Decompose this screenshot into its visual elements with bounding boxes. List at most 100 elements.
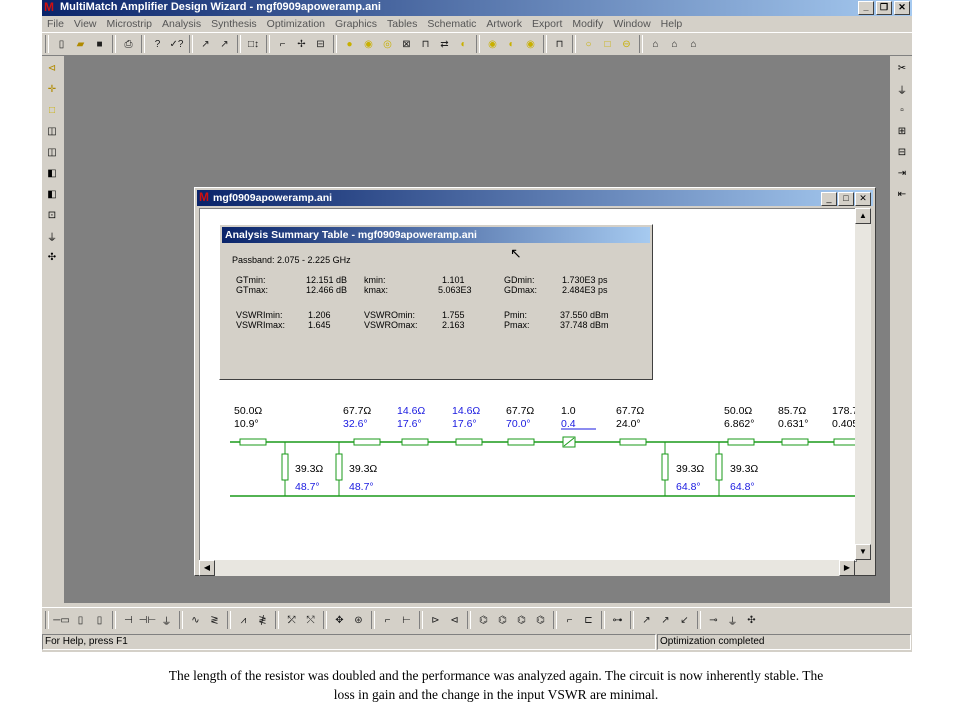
yellow-circle-4-icon[interactable]: ◉ xyxy=(485,36,501,52)
scroll-left-icon[interactable]: ◀ xyxy=(199,560,215,576)
bend-icon[interactable]: ⌐ xyxy=(380,612,396,628)
menu-help[interactable]: Help xyxy=(656,16,688,32)
tee-icon[interactable]: ⊣ xyxy=(121,612,137,628)
ground-bottom-icon[interactable]: ⏚ xyxy=(725,612,741,628)
dir-icon[interactable]: ◧ xyxy=(44,186,60,202)
menu-export[interactable]: Export xyxy=(527,16,567,32)
tool-f-icon[interactable]: ⊶ xyxy=(610,612,626,628)
child-close-icon[interactable]: ✕ xyxy=(855,192,871,206)
bend-2-icon[interactable]: ⊢ xyxy=(399,612,415,628)
yellow-circle-8-icon[interactable]: ⊖ xyxy=(619,36,635,52)
tool-c-icon[interactable]: ⌂ xyxy=(686,36,702,52)
cross-bottom-icon[interactable]: ✣ xyxy=(744,612,760,628)
help-icon[interactable]: ? xyxy=(150,36,166,52)
line-tool-2-icon[interactable]: ↗ xyxy=(217,36,233,52)
ground-icon[interactable]: ⏚ xyxy=(44,228,60,244)
scissors-icon[interactable]: ✂ xyxy=(894,60,910,76)
component-2-icon[interactable]: ✢ xyxy=(294,36,310,52)
small-box-icon[interactable]: ▫ xyxy=(894,102,910,118)
tool-b-icon[interactable]: ⌂ xyxy=(667,36,683,52)
menu-graphics[interactable]: Graphics xyxy=(330,16,382,32)
capacitor-icon[interactable]: ⊣⊢ xyxy=(139,612,156,628)
menu-microstrip[interactable]: Microstrip xyxy=(102,16,158,32)
scroll-down-icon[interactable]: ▼ xyxy=(855,544,871,560)
yellow-circle-1-icon[interactable]: ● xyxy=(342,36,358,52)
cil-icon[interactable]: ◫ xyxy=(44,144,60,160)
yellow-square-icon[interactable]: □ xyxy=(600,36,616,52)
transistor-3-icon[interactable]: ⌬ xyxy=(514,612,530,628)
ground-right-icon[interactable]: ⏚ xyxy=(894,81,910,97)
vertical-scrollbar[interactable]: ▲ ▼ xyxy=(855,208,871,560)
new-icon[interactable]: ▯ xyxy=(54,36,70,52)
cross-icon[interactable]: ✣ xyxy=(44,249,60,265)
child-maximize-icon[interactable]: □ xyxy=(838,192,854,206)
tool-e-icon[interactable]: ⊏ xyxy=(581,612,597,628)
cross-junction-icon[interactable]: ✥ xyxy=(332,612,348,628)
close-icon[interactable]: ✕ xyxy=(894,1,910,15)
radial-stub-icon[interactable]: ⊛ xyxy=(351,612,367,628)
frame-icon[interactable]: ⊓ xyxy=(552,36,568,52)
shunt-cap-icon[interactable]: ⏚ xyxy=(159,612,175,628)
menu-view[interactable]: View xyxy=(69,16,102,32)
source-icon[interactable]: ⊲ xyxy=(44,60,60,76)
scroll-up-icon[interactable]: ▲ xyxy=(855,208,871,224)
transistor-2-icon[interactable]: ⌬ xyxy=(495,612,511,628)
port-out-icon[interactable]: ⊲ xyxy=(447,612,463,628)
yellow-shape-icon[interactable]: ◐ xyxy=(456,36,472,52)
node-icon[interactable]: ✛ xyxy=(44,81,60,97)
schematic-view[interactable]: Analysis Summary Table - mgf0909apoweram… xyxy=(199,208,857,562)
menu-window[interactable]: Window xyxy=(608,16,655,32)
menu-synthesis[interactable]: Synthesis xyxy=(206,16,262,32)
tool-g-icon[interactable]: ⊸ xyxy=(706,612,722,628)
shunt-resistor-icon[interactable]: ≹ xyxy=(255,612,271,628)
arrow-left-icon[interactable]: ⇤ xyxy=(894,186,910,202)
shunt-inductor-icon[interactable]: ≷ xyxy=(207,612,223,628)
hbox-icon[interactable]: ⊓ xyxy=(418,36,434,52)
cir-icon[interactable]: ◫ xyxy=(44,123,60,139)
yellow-circle-3-icon[interactable]: ◎ xyxy=(380,36,396,52)
print-icon[interactable]: ⎙ xyxy=(121,36,137,52)
box-icon[interactable]: □ xyxy=(44,102,60,118)
cross-box-icon[interactable]: ⊠ xyxy=(399,36,415,52)
transistor-1-icon[interactable]: ⌬ xyxy=(476,612,492,628)
coupler-2-icon[interactable]: ⤲ xyxy=(303,612,319,628)
menu-file[interactable]: File xyxy=(42,16,69,32)
port-in-icon[interactable]: ⊳ xyxy=(428,612,444,628)
menu-tables[interactable]: Tables xyxy=(382,16,422,32)
coupler-icon[interactable]: ⤱ xyxy=(284,612,300,628)
context-help-icon[interactable]: ✓? xyxy=(169,36,185,52)
yellow-circle-7-icon[interactable]: ○ xyxy=(581,36,597,52)
horizontal-scrollbar[interactable]: ◀ ▶ xyxy=(199,560,855,576)
diag-3-icon[interactable]: ↙ xyxy=(677,612,693,628)
child-minimize-icon[interactable]: _ xyxy=(821,192,837,206)
tool-a-icon[interactable]: ⌂ xyxy=(648,36,664,52)
save-icon[interactable]: ■ xyxy=(92,36,108,52)
open-icon[interactable]: ▰ xyxy=(73,36,89,52)
diag-2-icon[interactable]: ↗ xyxy=(658,612,674,628)
swap-icon[interactable]: ⇄ xyxy=(437,36,453,52)
series-line-icon[interactable]: ─▭ xyxy=(53,612,70,628)
transistor-4-icon[interactable]: ⌬ xyxy=(533,612,549,628)
menu-optimization[interactable]: Optimization xyxy=(262,16,330,32)
menu-schematic[interactable]: Schematic xyxy=(422,16,481,32)
tool-d-icon[interactable]: ⌐ xyxy=(562,612,578,628)
yellow-circle-2-icon[interactable]: ◉ xyxy=(361,36,377,52)
menu-modify[interactable]: Modify xyxy=(567,16,608,32)
resistor-icon[interactable]: ⩘ xyxy=(236,612,252,628)
ind-icon[interactable]: ◧ xyxy=(44,165,60,181)
line-tool-icon[interactable]: ↗ xyxy=(198,36,214,52)
k-icon[interactable]: ⊡ xyxy=(44,207,60,223)
minimize-icon[interactable]: _ xyxy=(858,1,874,15)
open-stub-icon[interactable]: ▯ xyxy=(92,612,108,628)
yellow-circle-6-icon[interactable]: ◉ xyxy=(523,36,539,52)
yellow-circle-5-icon[interactable]: ◐ xyxy=(504,36,520,52)
menu-artwork[interactable]: Artwork xyxy=(481,16,527,32)
plus-box-icon[interactable]: ⊞ xyxy=(894,123,910,139)
diag-1-icon[interactable]: ↗ xyxy=(639,612,655,628)
restore-icon[interactable]: ❐ xyxy=(876,1,892,15)
menu-analysis[interactable]: Analysis xyxy=(157,16,206,32)
component-1-icon[interactable]: ⌐ xyxy=(275,36,291,52)
minus-box-icon[interactable]: ⊟ xyxy=(894,144,910,160)
port-icon[interactable]: □↕ xyxy=(246,36,262,52)
arrow-right-icon[interactable]: ⇥ xyxy=(894,165,910,181)
